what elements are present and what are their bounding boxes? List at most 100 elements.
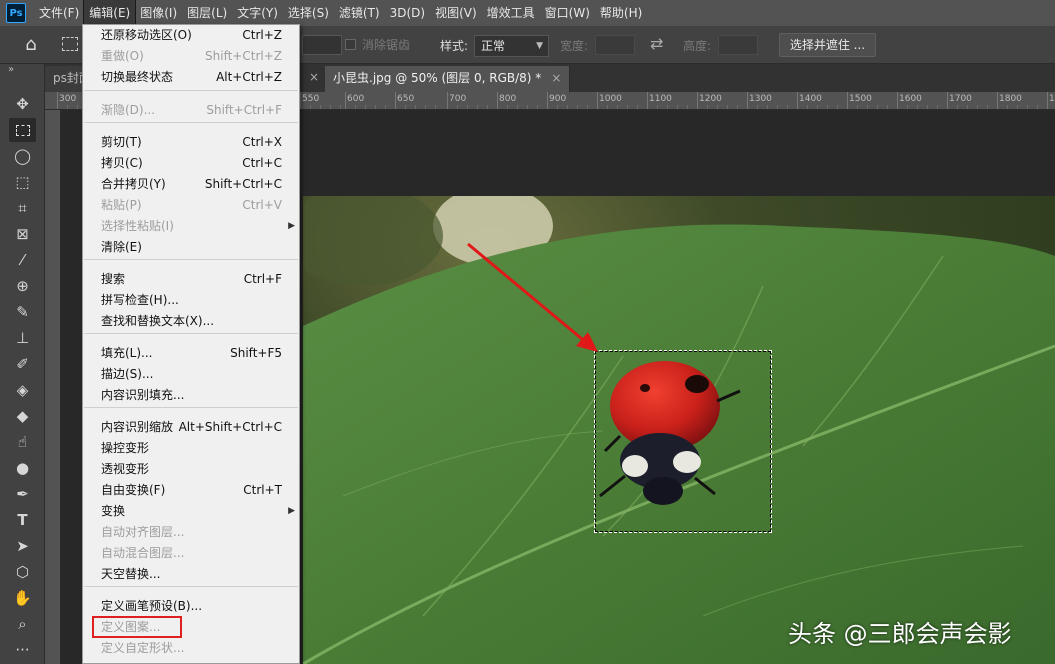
menu-item-shortcut: Ctrl+C: [242, 156, 282, 170]
edit-menu-item[interactable]: 内容识别缩放 Alt+Shift+Ctrl+C: [83, 417, 299, 438]
marquee-preset-icon[interactable]: [62, 37, 78, 51]
edit-menu-item[interactable]: 还原移动选区(O) Ctrl+Z: [83, 25, 299, 46]
menu-type[interactable]: 文字(Y): [232, 0, 283, 26]
menu-select[interactable]: 选择(S): [283, 0, 334, 26]
menu-item-shortcut: Shift+Ctrl+Z: [205, 49, 282, 63]
vertical-ruler: [45, 110, 61, 664]
menu-help[interactable]: 帮助(H): [595, 0, 647, 26]
lasso-icon[interactable]: ◯: [9, 144, 36, 168]
more-icon[interactable]: ···: [9, 638, 36, 662]
edit-menu-item: 自动混合图层...: [83, 543, 299, 564]
ruler-tick-label: 1100: [649, 94, 672, 104]
marquee-icon[interactable]: [9, 118, 36, 142]
edit-menu-item[interactable]: 拼写检查(H)...: [83, 290, 299, 311]
ruler-tick-label: 1800: [999, 94, 1022, 104]
menu-item-label: 清除(E): [101, 240, 142, 254]
swap-icon[interactable]: ⇄: [650, 34, 663, 53]
highlight-box: [92, 616, 182, 638]
menu-item-label: 自动对齐图层...: [101, 525, 185, 539]
red-arrow-annotation: [467, 242, 598, 352]
select-and-mask-button[interactable]: 选择并遮住 ...: [779, 33, 876, 57]
edit-menu-item[interactable]: 拷贝(C) Ctrl+C: [83, 153, 299, 174]
close-icon[interactable]: ×: [309, 70, 319, 84]
shape-icon[interactable]: ⬡: [9, 560, 36, 584]
tab-small-insect[interactable]: 小昆虫.jpg @ 50% (图层 0, RGB/8) * ×: [325, 66, 571, 92]
frame-icon[interactable]: ⊠: [9, 222, 36, 246]
ruler-tick-label: 1400: [799, 94, 822, 104]
menu-item-label: 填充(L)...: [101, 346, 153, 360]
edit-menu-item[interactable]: 描边(S)...: [83, 364, 299, 385]
edit-menu-item[interactable]: 内容识别填充...: [83, 385, 299, 406]
menu-file[interactable]: 文件(F): [34, 0, 84, 26]
healing-icon[interactable]: ⊕: [9, 274, 36, 298]
edit-menu-item[interactable]: 定义画笔预设(B)...: [83, 596, 299, 617]
edit-menu-item[interactable]: 操控变形: [83, 438, 299, 459]
menu-item-shortcut: Ctrl+V: [242, 198, 282, 212]
ruler-tick-label: 550: [302, 94, 320, 104]
brush-icon[interactable]: ✎: [9, 300, 36, 324]
dodge-icon[interactable]: ●: [9, 456, 36, 480]
menu-window[interactable]: 窗口(W): [540, 0, 595, 26]
menu-image[interactable]: 图像(I): [135, 0, 182, 26]
height-input[interactable]: [718, 35, 758, 55]
menu-3d[interactable]: 3D(D): [385, 0, 430, 26]
antialias-checkbox-box[interactable]: [345, 39, 356, 50]
object-select-icon[interactable]: ⬚: [9, 170, 36, 194]
height-label: 高度:: [683, 39, 712, 53]
crop-icon[interactable]: ⌗: [9, 196, 36, 220]
zoom-icon[interactable]: ⌕: [9, 612, 36, 636]
eyedropper-icon[interactable]: ⁄: [9, 248, 36, 272]
close-icon[interactable]: ×: [551, 71, 561, 85]
menu-item-shortcut: Ctrl+T: [243, 483, 282, 497]
edit-menu-item[interactable]: 自由变换(F) Ctrl+T: [83, 480, 299, 501]
history-brush-icon[interactable]: ✐: [9, 352, 36, 376]
menu-item-label: 自动混合图层...: [101, 546, 185, 560]
menu-separator: [84, 90, 298, 91]
edit-menu-item[interactable]: 剪切(T) Ctrl+X: [83, 132, 299, 153]
edit-menu-item[interactable]: 切换最终状态 Alt+Ctrl+Z: [83, 67, 299, 88]
menu-item-label: 剪切(T): [101, 135, 142, 149]
ruler-tick-label: 900: [549, 94, 567, 104]
menu-layer[interactable]: 图层(L): [182, 0, 232, 26]
edit-menu-item[interactable]: 搜索 Ctrl+F: [83, 269, 299, 290]
ruler-tick: [447, 92, 448, 109]
ruler-tick-label: 800: [499, 94, 517, 104]
move-icon[interactable]: ✥: [9, 92, 36, 116]
ruler-tick: [300, 92, 301, 109]
edit-menu-item[interactable]: 合并拷贝(Y) Shift+Ctrl+C: [83, 174, 299, 195]
edit-menu-item[interactable]: 天空替换...: [83, 564, 299, 585]
style-select[interactable]: 正常 ▼: [474, 35, 549, 57]
ruler-tick-label: 1700: [949, 94, 972, 104]
selection-marquee[interactable]: [594, 350, 772, 533]
edit-menu-item[interactable]: 填充(L)... Shift+F5: [83, 343, 299, 364]
menu-filter[interactable]: 滤镜(T): [334, 0, 385, 26]
bucket-icon[interactable]: ◆: [9, 404, 36, 428]
path-select-icon[interactable]: ➤: [9, 534, 36, 558]
menu-item-label: 定义自定形状...: [101, 641, 185, 655]
type-icon[interactable]: T: [9, 508, 36, 532]
edit-menu-item[interactable]: 清除(E): [83, 237, 299, 258]
menu-plugins[interactable]: 增效工具: [482, 0, 540, 26]
smudge-icon[interactable]: ☝: [9, 430, 36, 454]
menu-edit[interactable]: 编辑(E): [83, 0, 137, 27]
width-input[interactable]: [595, 35, 635, 55]
ruler-tick: [1047, 92, 1048, 109]
chevron-down-icon: ▼: [536, 41, 543, 51]
menu-view[interactable]: 视图(V): [430, 0, 482, 26]
menu-item-shortcut: Ctrl+F: [243, 272, 282, 286]
edit-menu-item[interactable]: 查找和替换文本(X)...: [83, 311, 299, 332]
stamp-icon[interactable]: ⊥: [9, 326, 36, 350]
edit-dropdown-menu: 还原移动选区(O) Ctrl+Z 重做(O) Shift+Ctrl+Z 切换最终状态 Al…: [82, 24, 300, 664]
collapse-panel-icon[interactable]: »: [8, 64, 14, 75]
style-select-value: 正常: [481, 39, 506, 53]
pen-icon[interactable]: ✒: [9, 482, 36, 506]
ruler-tick-label: 1300: [749, 94, 772, 104]
eraser-icon[interactable]: ◈: [9, 378, 36, 402]
edit-menu-item[interactable]: 透视变形: [83, 459, 299, 480]
hand-icon[interactable]: ✋: [9, 586, 36, 610]
edit-menu-item[interactable]: 变换 ▶: [83, 501, 299, 522]
home-icon[interactable]: ⌂: [18, 34, 44, 56]
menu-item-label: 自由变换(F): [101, 483, 166, 497]
antialias-checkbox[interactable]: 消除锯齿: [345, 36, 410, 53]
feather-input[interactable]: [302, 35, 342, 55]
